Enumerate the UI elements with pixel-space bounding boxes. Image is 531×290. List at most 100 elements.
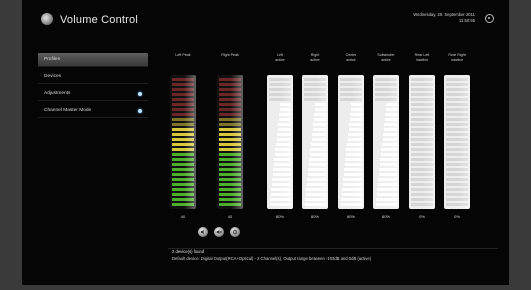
meter-segment [172, 88, 194, 92]
meter-segment [279, 108, 291, 112]
meter-segment [308, 163, 326, 167]
meter-segment [304, 83, 326, 87]
meter-segment [305, 198, 326, 202]
meter-segment [411, 143, 433, 147]
settings-button[interactable] [230, 227, 240, 237]
channel-value: 80% [346, 214, 355, 219]
meter-segment [446, 178, 468, 182]
meter-segment [347, 143, 362, 147]
meter-segment [172, 203, 194, 207]
meter-segment [446, 193, 468, 197]
meter-segment [446, 133, 468, 137]
meter-segment [270, 193, 291, 197]
meter-segment [269, 78, 291, 82]
meter-segment [379, 163, 397, 167]
meter-segment [376, 198, 397, 202]
meter-segment [219, 103, 241, 107]
meter-segment [269, 83, 291, 87]
meter-segment [304, 78, 326, 82]
meter-segment [411, 163, 433, 167]
meter-segment [219, 78, 241, 82]
meter-segment [446, 88, 468, 92]
expand-indicator-icon [138, 109, 142, 113]
meter-segment [375, 78, 397, 82]
meter-segment [172, 138, 194, 142]
meter-segment [343, 178, 362, 182]
meter-segment [313, 118, 326, 122]
meter-segment [274, 158, 291, 162]
meter-segment [311, 138, 326, 142]
sidebar-item-label: Adjustments [44, 91, 71, 96]
meter-segment [314, 113, 326, 117]
meter-segment [271, 183, 291, 187]
channel-name: Left Peak [175, 53, 191, 57]
status-footer: 2 device(s) found Default device: Digita… [172, 249, 371, 262]
meter-segment [411, 193, 433, 197]
meter-segment [411, 188, 433, 192]
meter-segment [219, 143, 241, 147]
meter-segment [172, 148, 194, 152]
meter-segment [384, 118, 397, 122]
meter-segment [375, 203, 397, 207]
level-meter [409, 75, 435, 209]
meter-segment [219, 198, 241, 202]
meter-segment [172, 123, 194, 127]
meter-segment [346, 148, 362, 152]
channel-value: 40 [227, 214, 233, 219]
meter-segment [411, 108, 433, 112]
meter-segment [375, 98, 397, 102]
meter-segment [219, 163, 241, 167]
meter-segment [307, 178, 326, 182]
settings-icon[interactable] [485, 14, 494, 23]
meter-segment [345, 158, 362, 162]
meter-segment [172, 168, 194, 172]
meter-segment [384, 123, 397, 127]
meter-segment [385, 113, 397, 117]
meter-segment [383, 128, 397, 132]
meter-segment [344, 163, 362, 167]
meter-segment [411, 88, 433, 92]
meter-segment [379, 168, 397, 172]
meter-segment [340, 93, 362, 97]
meter-segment [446, 203, 468, 207]
sidebar-item-adjustments[interactable]: Adjustments [38, 87, 148, 101]
volume-app-icon [41, 13, 53, 25]
sidebar-item-channel-master-mode[interactable]: Channel Master Mode [38, 104, 148, 118]
mute-speaker-icon [216, 229, 222, 235]
meter-segment [411, 168, 433, 172]
meter-segment [219, 138, 241, 142]
channel-value: 80% [275, 214, 284, 219]
meter-segment [341, 198, 362, 202]
sidebar-item-profiles[interactable]: Profiles [38, 53, 148, 67]
meter-segment [272, 173, 291, 177]
meter-segment [382, 138, 397, 142]
meter-segment [276, 143, 291, 147]
channel-label: Right Peak [209, 53, 251, 58]
mute-button[interactable] [214, 227, 224, 237]
meter-segment [411, 183, 433, 187]
meter-segment [219, 173, 241, 177]
level-meter [338, 75, 364, 209]
level-meter [267, 75, 293, 209]
meter-segment [446, 188, 468, 192]
meter-segment [446, 183, 468, 187]
meter-segment [446, 163, 468, 167]
meter-segment [172, 93, 194, 97]
meter-segment [446, 108, 468, 112]
meter-segment [342, 183, 362, 187]
speaker-settings-button[interactable] [198, 227, 208, 237]
meter-segment [340, 83, 362, 87]
meter-segment [446, 198, 468, 202]
channel-value: 80% [310, 214, 319, 219]
level-meter [217, 75, 243, 209]
meter-segment [347, 138, 362, 142]
meter-segment [306, 188, 326, 192]
meter-segment [172, 158, 194, 162]
datetime: Wednesday, 28. September 2011 11:50:55 [413, 12, 475, 24]
sidebar: Profiles Devices Adjustments Channel Mas… [38, 53, 148, 121]
meter-segment [219, 168, 241, 172]
sidebar-item-devices[interactable]: Devices [38, 70, 148, 84]
channel-value: 40 [180, 214, 186, 219]
meter-segment [172, 128, 194, 132]
meter-segment [219, 158, 241, 162]
